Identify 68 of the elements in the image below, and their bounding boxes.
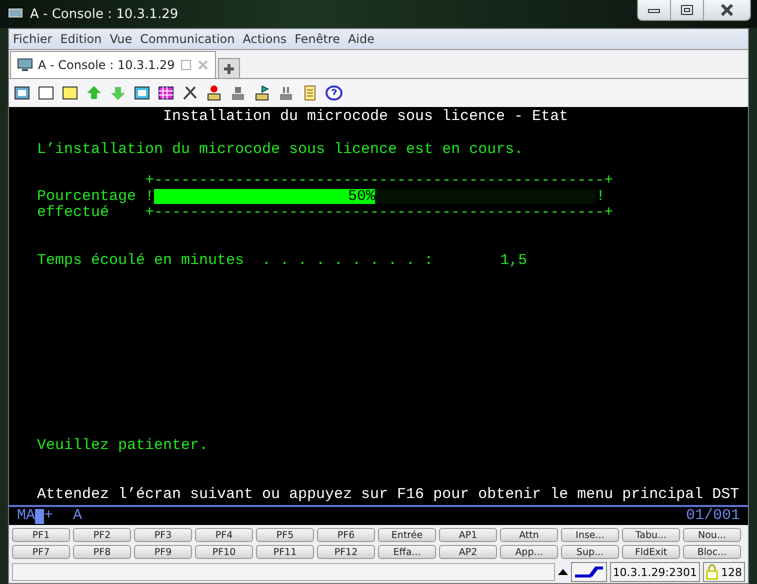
function-key[interactable]: FldExit: [622, 545, 680, 559]
function-key[interactable]: Attn: [500, 528, 558, 542]
function-key[interactable]: Inse...: [561, 528, 619, 542]
menu-item[interactable]: Fenêtre: [294, 31, 340, 47]
menu-item[interactable]: Fichier: [13, 31, 52, 47]
function-key[interactable]: Tabu...: [622, 528, 680, 542]
connection-icon: [574, 566, 604, 578]
monitor-icon: [8, 8, 24, 20]
menu-item[interactable]: Vue: [110, 31, 132, 47]
maximize-icon: [681, 5, 693, 15]
function-key[interactable]: PF9: [134, 545, 192, 559]
encryption-level: 128: [721, 566, 742, 578]
up-arrow-icon[interactable]: [558, 568, 568, 576]
progress-border: +--------------------------------------------------+: [145, 173, 614, 189]
menu-item[interactable]: Aide: [348, 31, 374, 47]
bar-edge: !: [145, 189, 154, 205]
plus-icon: [222, 62, 235, 74]
elapsed-label: Temps écoulé en minutes . . . . . . . . . :: [37, 253, 434, 269]
window-title: A - Console : 10.3.1.29: [30, 6, 178, 22]
menu-item[interactable]: Edition: [60, 31, 102, 47]
cursor-position: 01/001: [686, 508, 740, 524]
function-key[interactable]: Nou...: [683, 528, 741, 542]
function-key[interactable]: PF1: [12, 528, 70, 542]
function-key[interactable]: PF5: [256, 528, 314, 542]
play-icon[interactable]: [253, 84, 271, 102]
screen-icon[interactable]: [13, 84, 31, 102]
wait-message: Veuillez patienter.: [36, 438, 210, 454]
display-icon[interactable]: [133, 84, 151, 102]
function-key[interactable]: PF11: [256, 545, 314, 559]
elapsed-value: 1,5: [500, 253, 528, 269]
minimize-icon: [648, 7, 660, 13]
bar-edge: !: [596, 189, 606, 205]
function-key[interactable]: AP1: [439, 528, 497, 542]
function-key[interactable]: Sup...: [561, 545, 619, 559]
pause-icon[interactable]: [277, 84, 295, 102]
function-key[interactable]: Bloc...: [683, 545, 741, 559]
function-key[interactable]: PF8: [73, 545, 131, 559]
progress-border: +--------------------------------------------------+: [145, 205, 614, 221]
function-key[interactable]: PF10: [195, 545, 253, 559]
function-key[interactable]: Effa...: [378, 545, 436, 559]
new-tab-button[interactable]: [218, 58, 240, 78]
function-key[interactable]: PF12: [317, 545, 375, 559]
record-icon[interactable]: [205, 84, 223, 102]
help-icon[interactable]: [325, 84, 343, 102]
shift-indicator: A: [73, 508, 82, 524]
function-key[interactable]: App...: [500, 545, 558, 559]
host-address: 10.3.1.29:2301: [610, 562, 700, 582]
function-key[interactable]: PF4: [195, 528, 253, 542]
function-key[interactable]: PF7: [12, 545, 70, 559]
menu-item[interactable]: Actions: [242, 31, 287, 47]
cursor: [35, 508, 44, 524]
status-message: L’installation du microcode sous licence est en cours.: [36, 142, 524, 158]
progress-label: effectué: [37, 205, 110, 221]
insert-indicator: +: [44, 508, 54, 524]
menu-item[interactable]: Communication: [140, 31, 235, 47]
progress-reading: 50%: [348, 189, 376, 204]
progress-label: Pourcentage: [37, 189, 138, 205]
grid-icon[interactable]: [157, 84, 175, 102]
function-key[interactable]: PF6: [317, 528, 375, 542]
function-key[interactable]: Entrée: [378, 528, 436, 542]
function-key[interactable]: AP2: [439, 545, 497, 559]
function-key[interactable]: PF3: [134, 528, 192, 542]
screen-title: Installation du microcode sous licence - Etat: [162, 109, 570, 125]
close-icon: [720, 4, 734, 16]
monitor-icon: [17, 58, 33, 72]
instruction-text: Attendez l’écran suivant ou appuyez sur F16 pour obtenir le menu principal DST: [36, 487, 740, 503]
mode-indicator: MA: [17, 508, 36, 524]
function-key[interactable]: PF2: [73, 528, 131, 542]
